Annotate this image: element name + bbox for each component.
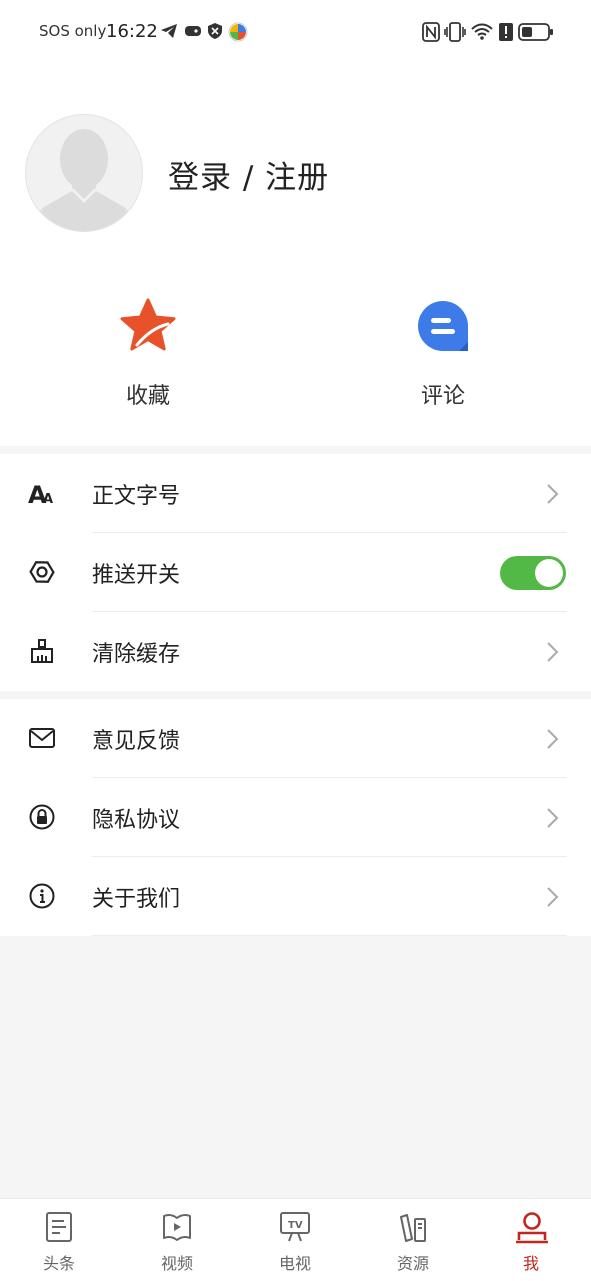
chevron-right-icon: [547, 642, 559, 662]
font-size-icon: A A: [28, 481, 53, 507]
battery-icon: [518, 22, 554, 46]
toggle-knob: [535, 559, 563, 587]
star-icon: [120, 298, 176, 351]
feedback-row[interactable]: 意见反馈: [0, 699, 591, 778]
about-label: 关于我们: [92, 887, 181, 912]
broom-icon: [31, 639, 53, 663]
tab-me-label: 我: [522, 1254, 539, 1273]
privacy-row[interactable]: 隐私协议: [0, 778, 591, 857]
privacy-label: 隐私协议: [92, 808, 181, 833]
comments-button[interactable]: 评论: [383, 296, 503, 410]
alert-icon: [498, 22, 514, 46]
tab-video[interactable]: 视频: [118, 1199, 236, 1281]
status-bar: SOS only 16:22: [0, 0, 591, 66]
tab-me[interactable]: 我: [472, 1199, 590, 1281]
bottom-tab-bar: 头条 视频 TV 电视 资源 我: [0, 1198, 591, 1281]
push-toggle-switch[interactable]: [500, 556, 566, 590]
about-row[interactable]: 关于我们: [0, 857, 591, 936]
comment-icon: [418, 301, 468, 351]
tab-video-label: 视频: [160, 1254, 193, 1273]
tab-headlines-label: 头条: [42, 1254, 75, 1273]
tab-tv-label: 电视: [278, 1254, 311, 1273]
game-icon: [184, 22, 202, 44]
font-size-row[interactable]: A A 正文字号: [0, 454, 591, 533]
wifi-icon: [470, 22, 496, 46]
more-group: 意见反馈 隐私协议 关于我们: [0, 699, 591, 936]
tab-headlines[interactable]: 头条: [0, 1199, 118, 1281]
mail-icon: [29, 728, 55, 748]
profile-icon: [516, 1212, 548, 1244]
article-icon: [46, 1212, 72, 1242]
chevron-right-icon: [547, 484, 559, 504]
login-register-link[interactable]: 登录 / 注册: [168, 152, 329, 197]
resources-icon: [400, 1214, 426, 1242]
profile-section: 登录 / 注册 收藏 评论: [0, 66, 591, 446]
clear-cache-label: 清除缓存: [92, 642, 181, 667]
clock: 16:22: [106, 21, 158, 42]
nfc-icon: [422, 22, 440, 46]
font-size-label: 正文字号: [92, 484, 181, 509]
clear-cache-row[interactable]: 清除缓存: [0, 612, 591, 691]
carrier-text: SOS only: [39, 22, 107, 40]
avatar[interactable]: [25, 114, 143, 232]
divider: [92, 935, 567, 936]
push-toggle-label: 推送开关: [92, 563, 181, 588]
chevron-right-icon: [547, 808, 559, 828]
tab-resources-label: 资源: [396, 1254, 429, 1273]
push-toggle-row: 推送开关: [0, 533, 591, 612]
chevron-right-icon: [547, 729, 559, 749]
default-avatar-icon: [26, 115, 142, 231]
svg-text:A: A: [43, 492, 53, 507]
favorites-button[interactable]: 收藏: [88, 296, 208, 410]
favorites-label: 收藏: [125, 384, 170, 409]
lock-icon: [29, 804, 55, 830]
info-icon: [29, 883, 55, 909]
telegram-icon: [160, 22, 178, 44]
video-book-icon: [163, 1213, 191, 1241]
tv-icon: TV: [280, 1212, 310, 1242]
tab-resources[interactable]: 资源: [354, 1199, 472, 1281]
comments-label: 评论: [420, 384, 465, 409]
hexagon-icon: [29, 561, 55, 583]
app-colorful-icon: [228, 22, 248, 46]
tab-tv[interactable]: TV 电视: [236, 1199, 354, 1281]
shield-icon: [207, 22, 223, 44]
chevron-right-icon: [547, 887, 559, 907]
feedback-label: 意见反馈: [92, 729, 181, 754]
vibrate-icon: [444, 22, 466, 46]
svg-text:TV: TV: [288, 1220, 303, 1231]
settings-group: A A 正文字号 推送开关 清除缓存: [0, 454, 591, 691]
